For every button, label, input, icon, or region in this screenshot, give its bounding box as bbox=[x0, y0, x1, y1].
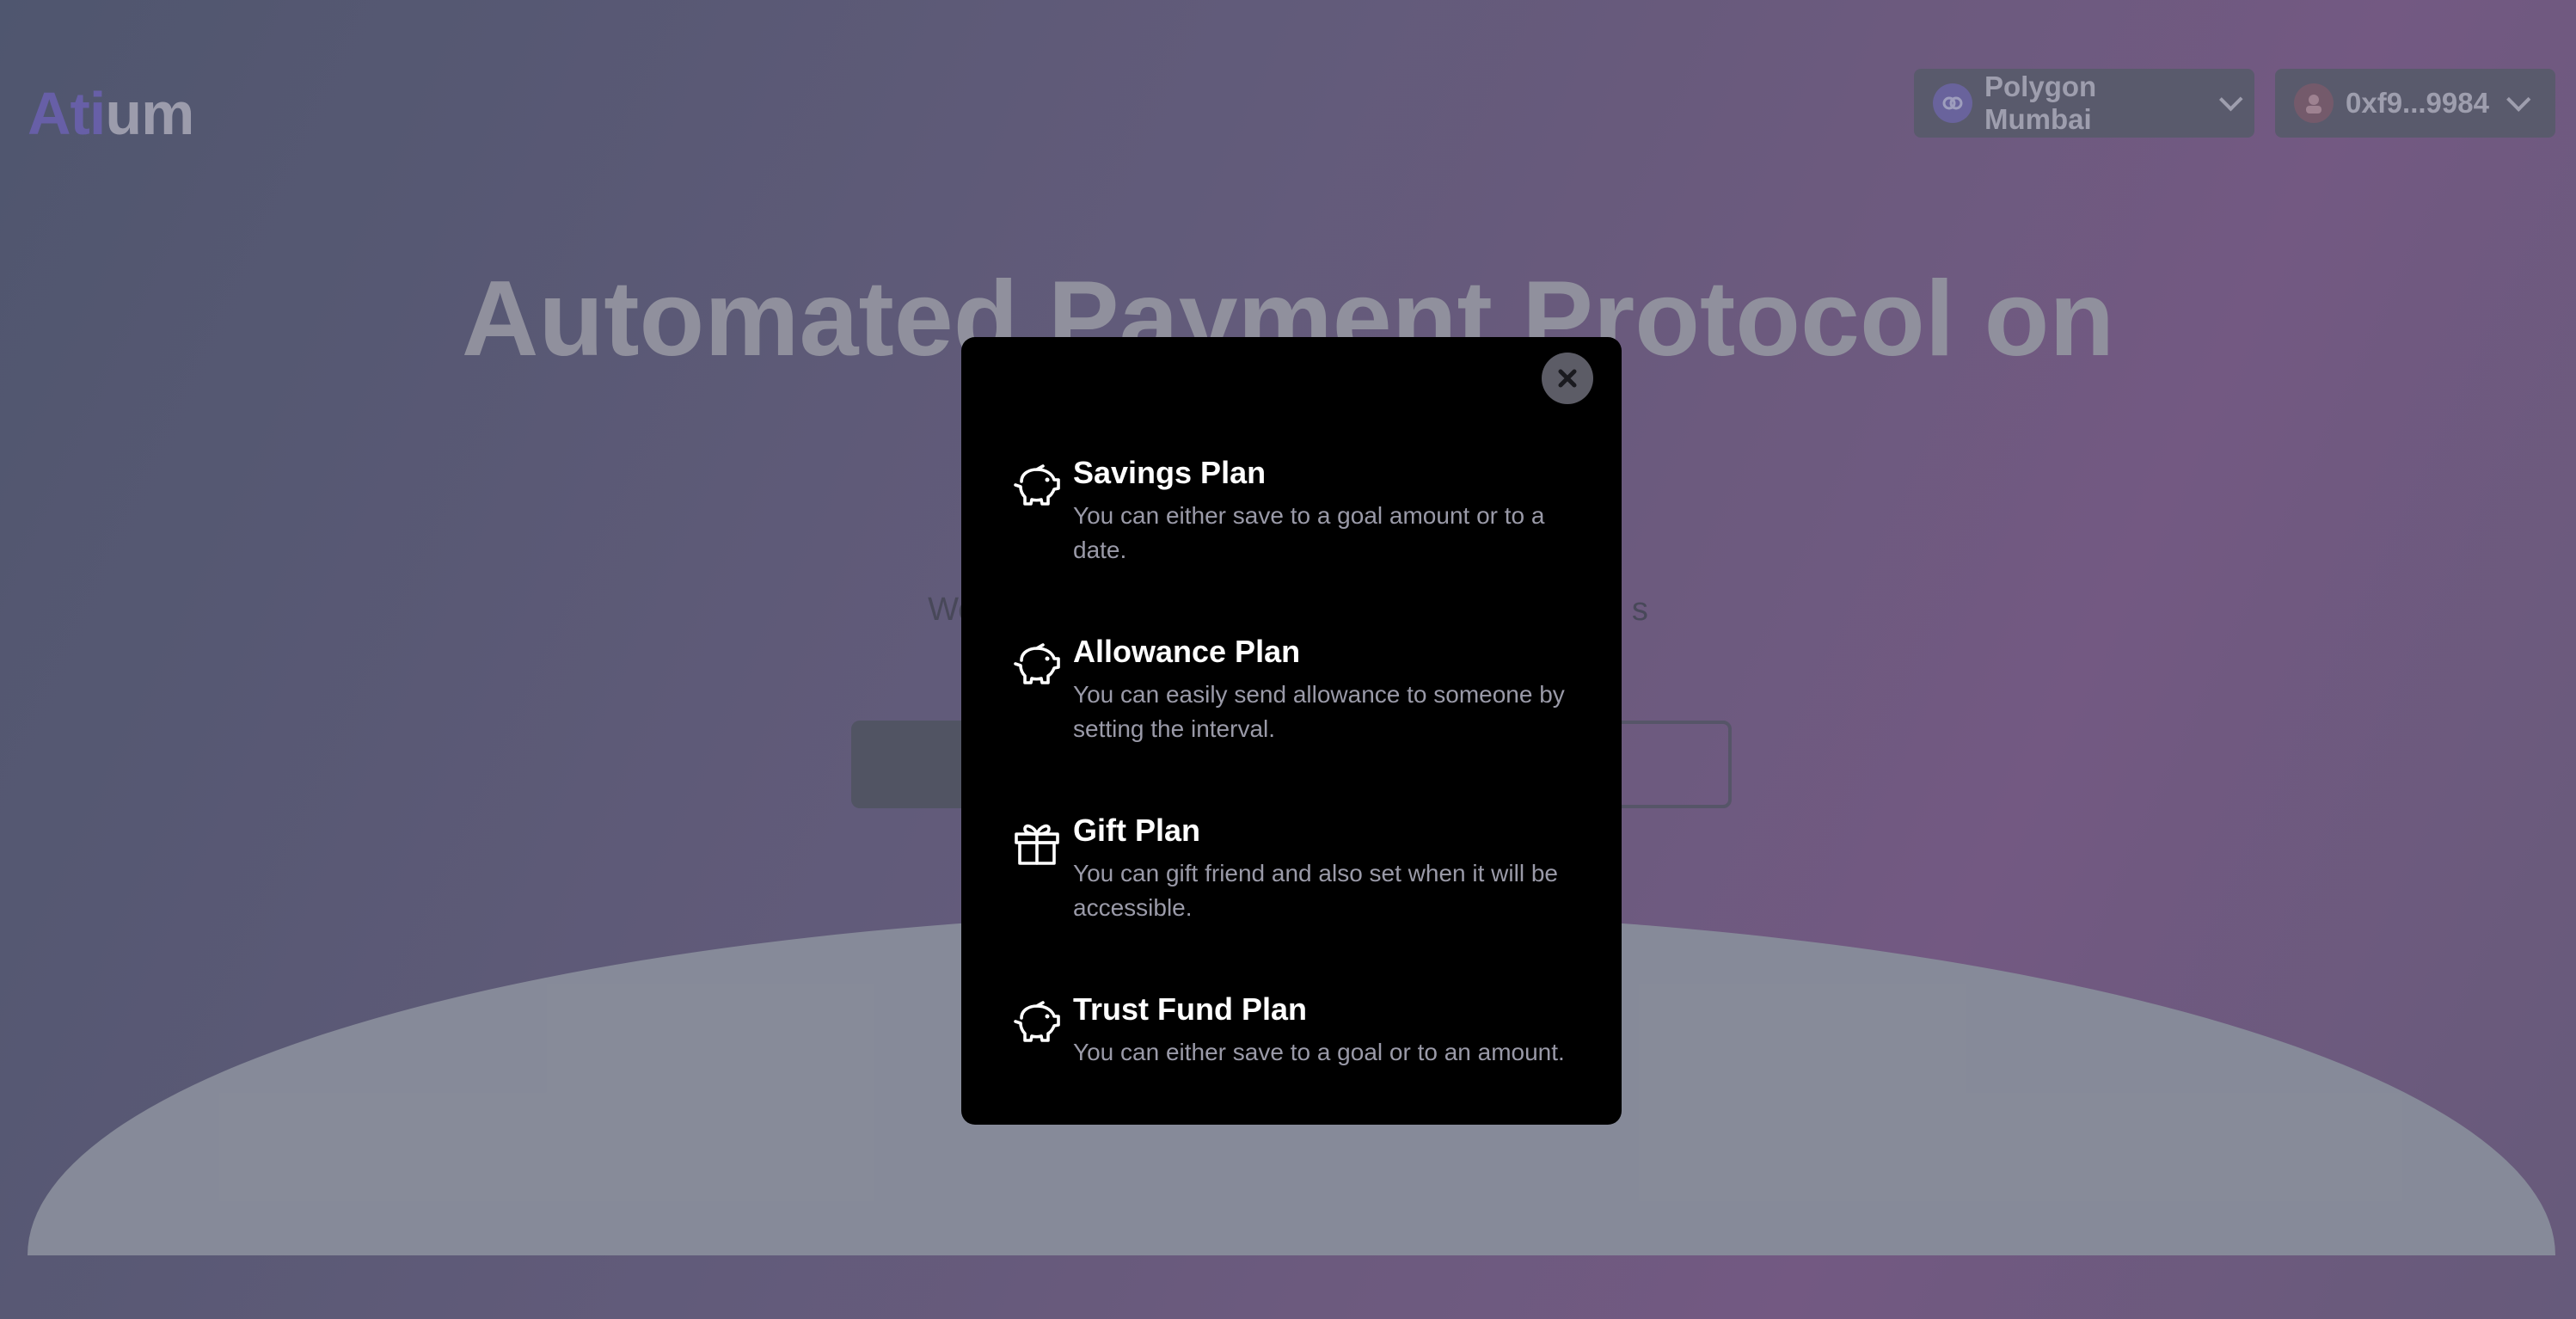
plan-item-allowance[interactable]: Allowance Plan You can easily send allow… bbox=[1011, 634, 1604, 746]
plan-title: Trust Fund Plan bbox=[1073, 991, 1308, 1027]
plan-description: You can either save to a goal or to an a… bbox=[1073, 1039, 1565, 1065]
plan-item-trust-fund[interactable]: Trust Fund Plan You can either save to a… bbox=[1011, 991, 1604, 1070]
piggy-bank-icon bbox=[1014, 643, 1060, 684]
close-icon bbox=[1558, 369, 1577, 388]
plan-title: Savings Plan bbox=[1073, 455, 1267, 490]
plan-description: You can gift friend and also set when it… bbox=[1073, 860, 1558, 921]
plan-title: Gift Plan bbox=[1073, 813, 1201, 848]
plan-title: Allowance Plan bbox=[1073, 634, 1301, 669]
plan-item-gift[interactable]: Gift Plan You can gift friend and also s… bbox=[1011, 813, 1604, 925]
piggy-bank-icon bbox=[1014, 464, 1060, 506]
plan-description: You can easily send allowance to someone… bbox=[1073, 681, 1565, 742]
piggy-bank-icon bbox=[1014, 1001, 1060, 1042]
plan-item-savings[interactable]: Savings Plan You can either save to a go… bbox=[1011, 455, 1604, 567]
gift-icon bbox=[1015, 824, 1059, 865]
close-button[interactable] bbox=[1542, 353, 1593, 404]
plan-selection-modal: Savings Plan You can either save to a go… bbox=[961, 337, 1622, 1125]
plan-description: You can either save to a goal amount or … bbox=[1073, 502, 1545, 563]
